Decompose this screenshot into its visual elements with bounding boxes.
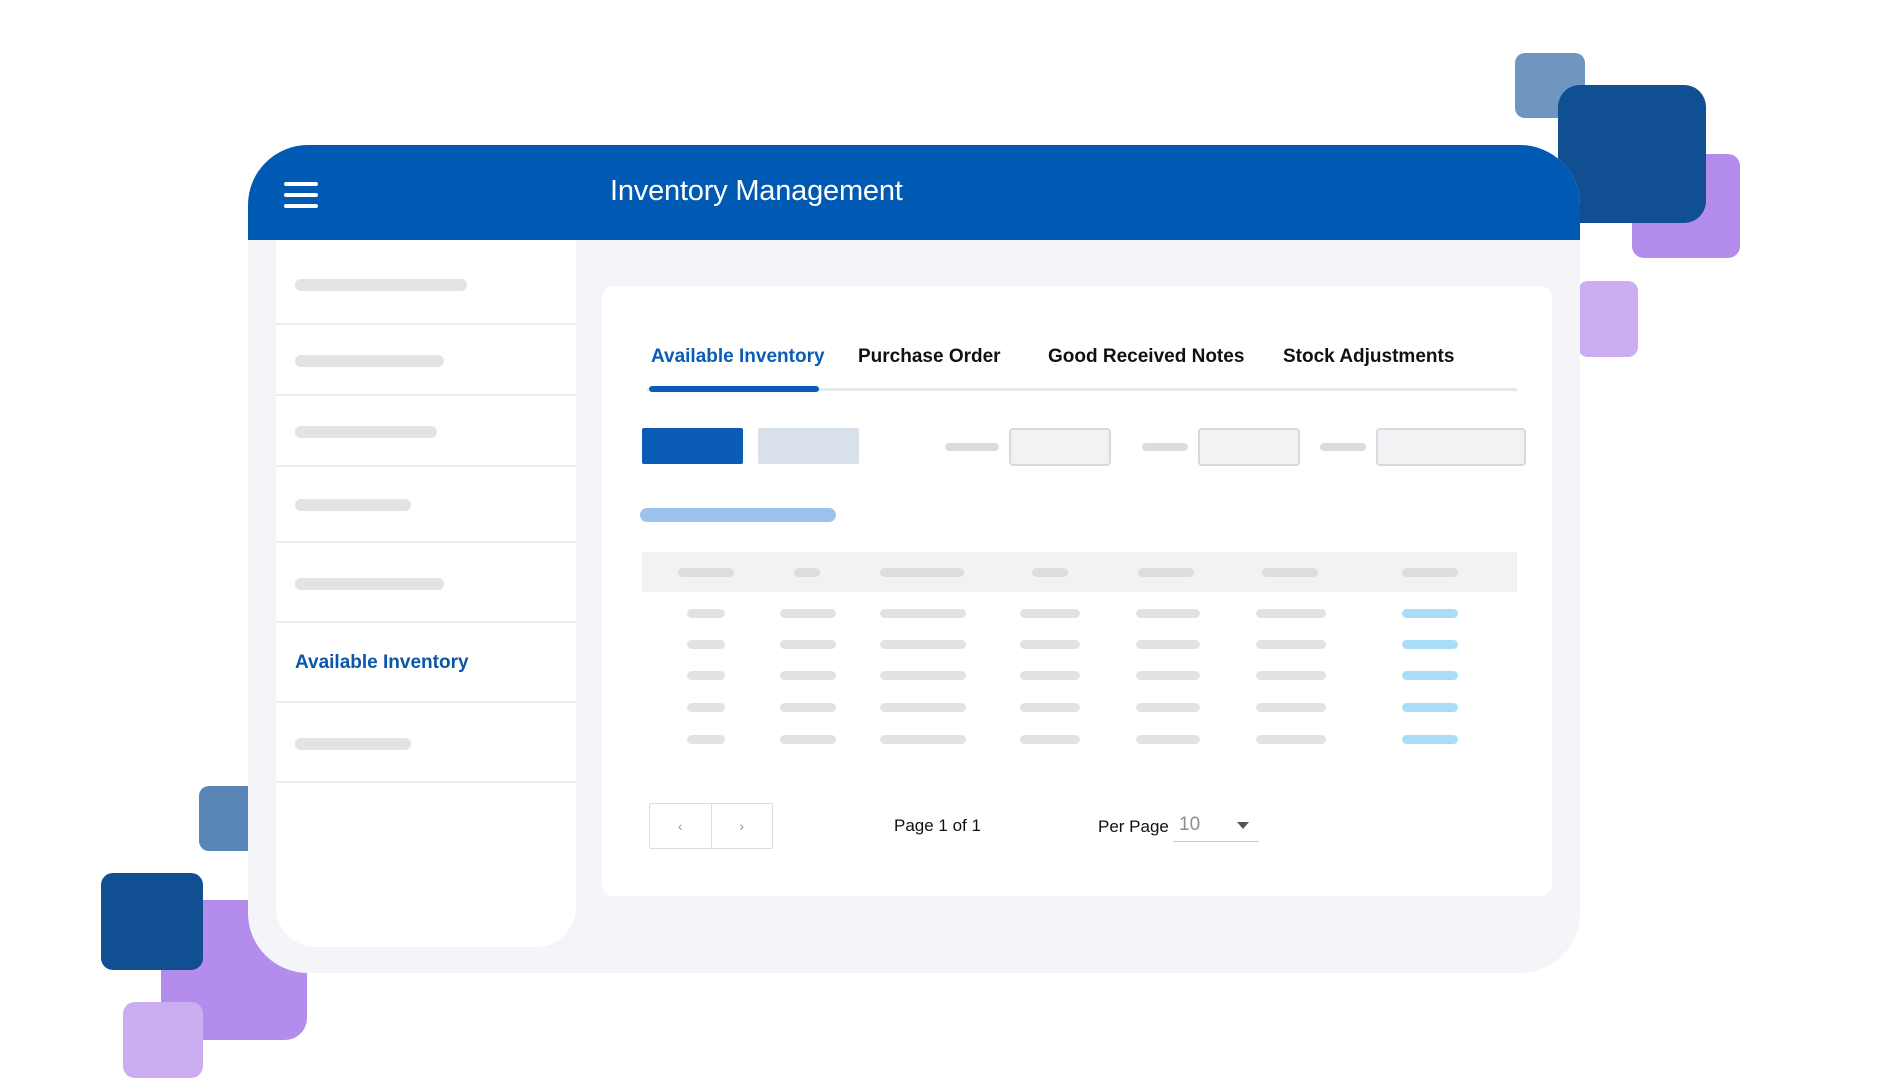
chevron-down-icon [1237, 822, 1249, 829]
cell-placeholder [780, 703, 836, 712]
decor-square [1558, 85, 1706, 223]
cell-placeholder [780, 640, 836, 649]
cell-placeholder [780, 735, 836, 744]
sidebar-item-placeholder [295, 738, 411, 750]
tab-good-received-notes[interactable]: Good Received Notes [1048, 346, 1244, 368]
table-row[interactable] [642, 730, 1517, 750]
cell-placeholder [880, 671, 966, 680]
secondary-action-button[interactable] [758, 428, 859, 464]
column-header-placeholder [794, 568, 820, 577]
app-window: Inventory Management Available Inventory… [248, 145, 1580, 973]
sidebar-item-placeholder [295, 578, 444, 590]
cell-placeholder [1020, 703, 1080, 712]
cell-placeholder [780, 609, 836, 618]
table-row[interactable] [642, 666, 1517, 686]
table-header [642, 552, 1517, 592]
cell-placeholder [1136, 703, 1200, 712]
cell-placeholder [687, 640, 725, 649]
cell-placeholder [1020, 735, 1080, 744]
tab-available-inventory[interactable]: Available Inventory [651, 346, 825, 368]
sidebar-item-available-inventory[interactable]: Available Inventory [276, 623, 576, 703]
cell-placeholder [1136, 609, 1200, 618]
cell-placeholder [780, 671, 836, 680]
table-row[interactable] [642, 698, 1517, 718]
filter-input[interactable] [1198, 428, 1300, 466]
row-link-placeholder[interactable] [1402, 609, 1458, 618]
sidebar-item[interactable] [276, 240, 576, 325]
cell-placeholder [880, 609, 966, 618]
cell-placeholder [687, 671, 725, 680]
sidebar-item[interactable] [276, 543, 576, 623]
sidebar: Available Inventory [276, 240, 576, 947]
sidebar-item-placeholder [295, 279, 467, 291]
hamburger-icon[interactable] [284, 182, 318, 208]
cell-placeholder [880, 640, 966, 649]
cell-placeholder [687, 735, 725, 744]
filter-input[interactable] [1376, 428, 1526, 466]
cell-placeholder [1136, 735, 1200, 744]
filter-label-placeholder [945, 443, 999, 451]
tab-stock-adjustments[interactable]: Stock Adjustments [1283, 346, 1454, 368]
decor-square [101, 873, 203, 970]
cell-placeholder [1256, 703, 1326, 712]
cell-placeholder [1020, 609, 1080, 618]
page-info: Page 1 of 1 [894, 816, 981, 835]
section-title-placeholder [640, 508, 836, 522]
cell-placeholder [1256, 735, 1326, 744]
cell-placeholder [880, 703, 966, 712]
main-panel: Available Inventory Purchase Order Good … [602, 286, 1552, 896]
sidebar-item-placeholder [295, 355, 444, 367]
sidebar-item[interactable] [276, 325, 576, 396]
cell-placeholder [1256, 671, 1326, 680]
table-row[interactable] [642, 635, 1517, 655]
sidebar-item-placeholder [295, 426, 437, 438]
row-link-placeholder[interactable] [1402, 640, 1458, 649]
cell-placeholder [1020, 640, 1080, 649]
cell-placeholder [880, 735, 966, 744]
page-title: Inventory Management [610, 175, 903, 207]
sidebar-item[interactable] [276, 396, 576, 467]
cell-placeholder [1256, 640, 1326, 649]
decor-square [123, 1002, 203, 1078]
cell-placeholder [687, 703, 725, 712]
column-header-placeholder [1032, 568, 1068, 577]
column-header-placeholder [1262, 568, 1318, 577]
active-tab-indicator [649, 386, 819, 392]
filter-label-placeholder [1142, 443, 1188, 451]
pagination-controls: ‹ › [649, 803, 773, 849]
per-page-label: Per Page [1098, 817, 1169, 836]
column-header-placeholder [678, 568, 734, 577]
column-header-placeholder [1402, 568, 1458, 577]
per-page-value: 10 [1179, 814, 1201, 835]
row-link-placeholder[interactable] [1402, 671, 1458, 680]
per-page-select[interactable]: 10 [1173, 808, 1259, 842]
primary-action-button[interactable] [642, 428, 743, 464]
cell-placeholder [1136, 671, 1200, 680]
decor-square [1578, 281, 1638, 357]
sidebar-item[interactable] [276, 703, 576, 783]
prev-page-button[interactable]: ‹ [650, 804, 711, 848]
table-row[interactable] [642, 604, 1517, 624]
app-header: Inventory Management [248, 145, 1580, 240]
sidebar-item-placeholder [295, 499, 411, 511]
tab-purchase-order[interactable]: Purchase Order [858, 346, 1001, 368]
column-header-placeholder [1138, 568, 1194, 577]
column-header-placeholder [880, 568, 964, 577]
filter-label-placeholder [1320, 443, 1366, 451]
cell-placeholder [687, 609, 725, 618]
next-page-button[interactable]: › [710, 804, 773, 848]
filter-input[interactable] [1009, 428, 1111, 466]
cell-placeholder [1256, 609, 1326, 618]
sidebar-item[interactable] [276, 467, 576, 543]
cell-placeholder [1020, 671, 1080, 680]
sidebar-item-label: Available Inventory [295, 652, 469, 673]
row-link-placeholder[interactable] [1402, 703, 1458, 712]
cell-placeholder [1136, 640, 1200, 649]
row-link-placeholder[interactable] [1402, 735, 1458, 744]
